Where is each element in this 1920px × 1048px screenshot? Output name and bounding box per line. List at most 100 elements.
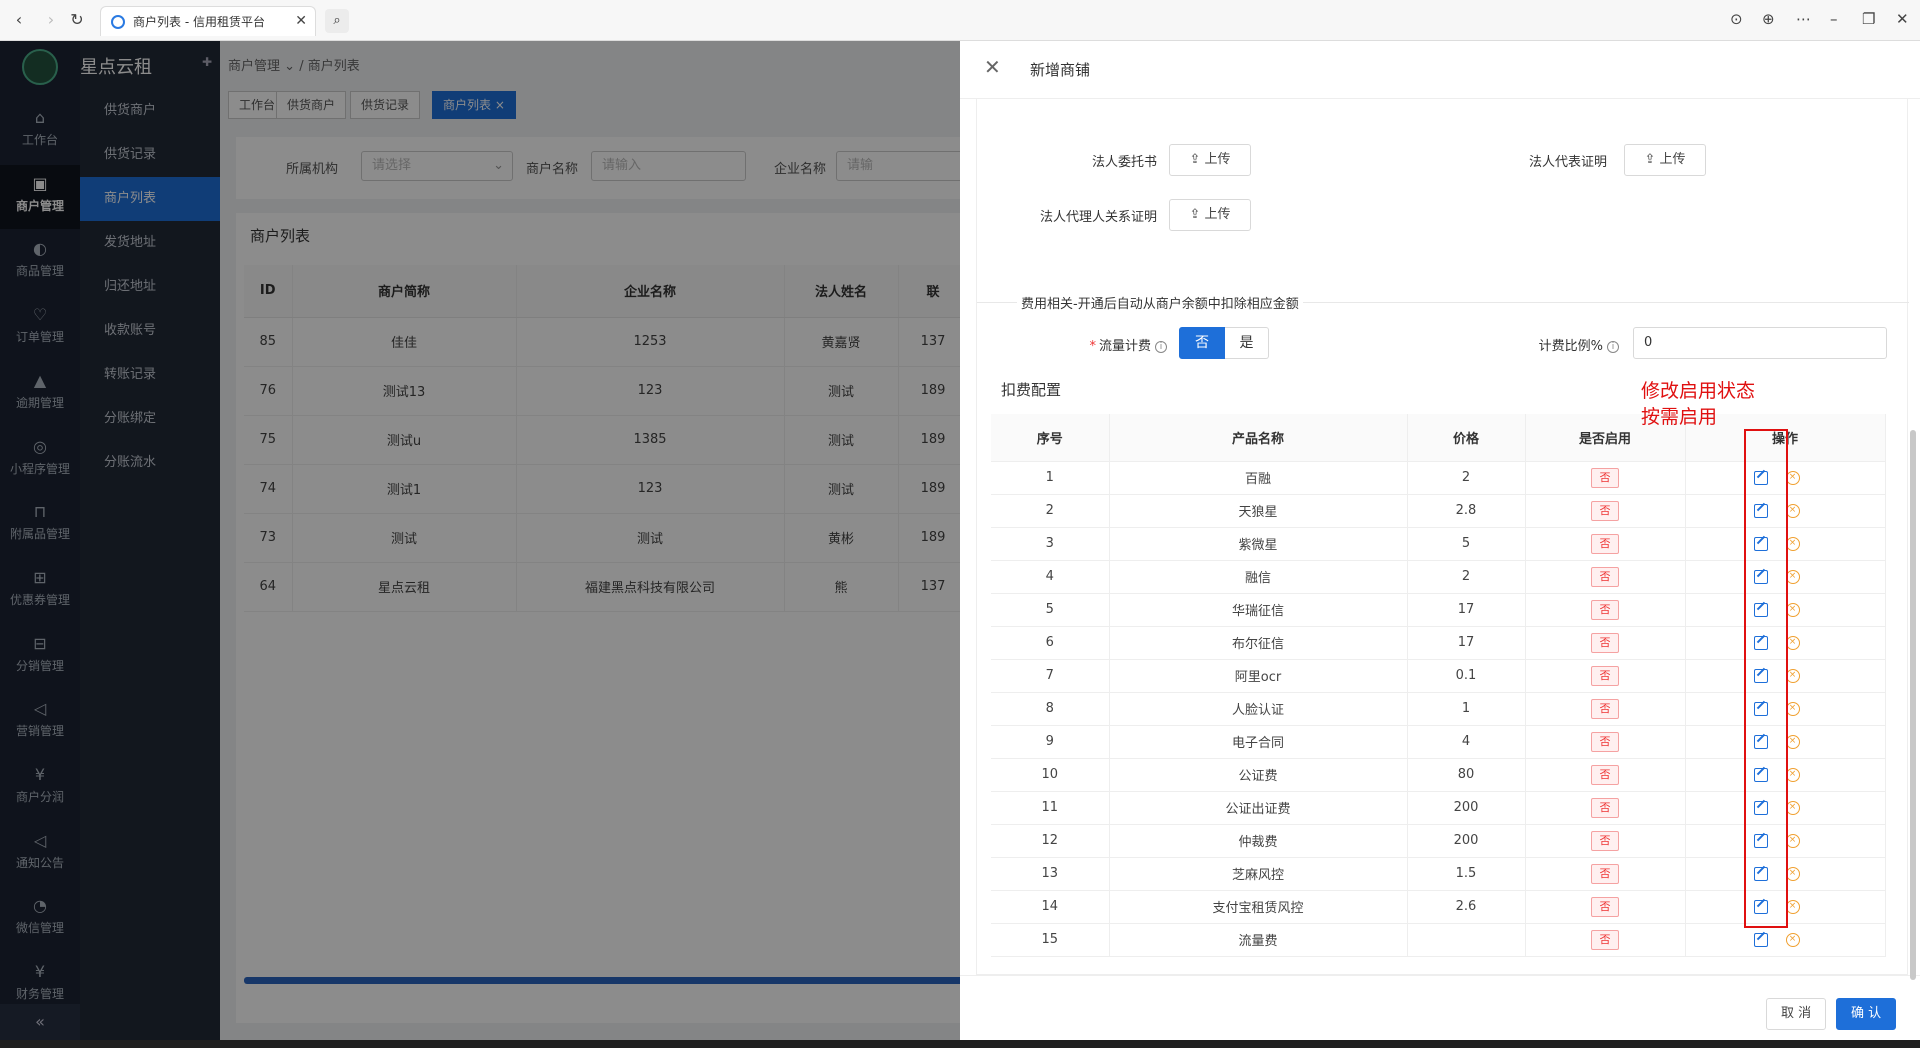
upload-label: 上传: [1204, 152, 1231, 167]
close-icon[interactable]: ✕: [984, 55, 1001, 79]
upload-rep-cert-button[interactable]: ⇪ 上传: [1624, 144, 1706, 176]
status-badge: 否: [1591, 665, 1619, 686]
table-cell: 天狼星: [1109, 494, 1408, 528]
status-badge: 否: [1591, 467, 1619, 488]
tab-close-icon[interactable]: ✕: [295, 13, 307, 29]
table-cell: 9: [991, 725, 1110, 759]
upload-icon: ⇪: [1189, 152, 1205, 167]
enabled-cell: 否: [1525, 494, 1686, 528]
status-badge: 否: [1591, 929, 1619, 950]
table-cell: 14: [991, 890, 1110, 924]
delete-icon[interactable]: ×: [1785, 932, 1800, 947]
column-header: 价格: [1407, 414, 1526, 462]
status-badge: 否: [1591, 896, 1619, 917]
enabled-cell: 否: [1525, 923, 1686, 957]
table-cell: 6: [991, 626, 1110, 660]
traffic-label-text: 流量计费: [1098, 339, 1151, 354]
table-cell: 2.6: [1407, 890, 1526, 924]
enabled-cell: 否: [1525, 758, 1686, 792]
globe-icon[interactable]: ⊕: [1762, 10, 1775, 28]
upload-label: 上传: [1659, 152, 1686, 167]
status-badge: 否: [1591, 731, 1619, 752]
download-icon[interactable]: ⊙: [1730, 10, 1743, 28]
entrust-label: 法人委托书: [1091, 155, 1157, 170]
enabled-cell: 否: [1525, 890, 1686, 924]
vertical-scrollbar[interactable]: [1910, 430, 1916, 980]
table-cell: 13: [991, 857, 1110, 891]
deduct-title: 扣费配置: [1001, 381, 1062, 399]
table-cell: 布尔征信: [1109, 626, 1408, 660]
table-cell: 融信: [1109, 560, 1408, 594]
table-cell: 8: [991, 692, 1110, 726]
status-badge: 否: [1591, 566, 1619, 587]
table-cell: 阿里ocr: [1109, 659, 1408, 693]
forward-icon[interactable]: ›: [40, 9, 62, 31]
traffic-label: * 流量计费 i: [1037, 335, 1167, 354]
favicon-icon: [111, 14, 125, 29]
required-mark: *: [1089, 339, 1096, 354]
column-header: 产品名称: [1109, 414, 1408, 462]
status-badge: 否: [1591, 764, 1619, 785]
ratio-label: 计费比例% i: [1477, 335, 1619, 354]
table-cell: 15: [991, 923, 1110, 957]
table-cell: 10: [991, 758, 1110, 792]
info-icon: i: [1607, 340, 1619, 353]
table-cell: 2: [991, 494, 1110, 528]
table-cell: 2: [1407, 461, 1526, 495]
table-cell: 200: [1407, 824, 1526, 858]
enabled-cell: 否: [1525, 527, 1686, 561]
table-cell: 4: [991, 560, 1110, 594]
modal-mask[interactable]: [220, 41, 960, 1040]
reload-icon[interactable]: ↻: [66, 9, 88, 31]
table-cell: 人脸认证: [1109, 692, 1408, 726]
restore-icon[interactable]: ❐: [1862, 10, 1875, 28]
traffic-no-option[interactable]: 否: [1179, 327, 1225, 359]
drawer-header: ✕ 新增商铺: [960, 41, 1920, 99]
enabled-cell: 否: [1525, 593, 1686, 627]
table-cell: 3: [991, 527, 1110, 561]
annotation-box: [1744, 429, 1788, 928]
edit-icon[interactable]: [1753, 932, 1768, 947]
enabled-cell: 否: [1525, 560, 1686, 594]
table-cell: 0.1: [1407, 659, 1526, 693]
status-badge: 否: [1591, 533, 1619, 554]
upload-icon: ⇪: [1189, 207, 1205, 222]
upload-entrust-button[interactable]: ⇪ 上传: [1169, 144, 1251, 176]
cancel-button[interactable]: 取 消: [1766, 998, 1827, 1030]
table-cell: 1: [1407, 692, 1526, 726]
table-cell: 支付宝租赁风控: [1109, 890, 1408, 924]
status-badge: 否: [1591, 698, 1619, 719]
table-cell: 1.5: [1407, 857, 1526, 891]
table-cell: 17: [1407, 626, 1526, 660]
back-icon[interactable]: ‹: [8, 9, 30, 31]
table-cell: 4: [1407, 725, 1526, 759]
table-cell: 2: [1407, 560, 1526, 594]
table-cell: 电子合同: [1109, 725, 1408, 759]
ratio-input[interactable]: 0: [1633, 327, 1887, 359]
table-cell: 1: [991, 461, 1110, 495]
enabled-cell: 否: [1525, 692, 1686, 726]
status-badge: 否: [1591, 500, 1619, 521]
upload-label: 上传: [1204, 207, 1231, 222]
enabled-cell: 否: [1525, 857, 1686, 891]
confirm-button[interactable]: 确 认: [1836, 998, 1897, 1030]
enabled-cell: 否: [1525, 626, 1686, 660]
traffic-yes-option[interactable]: 是: [1225, 327, 1269, 359]
drawer-footer: 取 消 确 认: [960, 975, 1920, 1040]
enabled-cell: 否: [1525, 824, 1686, 858]
status-badge: 否: [1591, 599, 1619, 620]
table-cell: 200: [1407, 791, 1526, 825]
annotation-line-1: 修改启用状态: [1641, 380, 1756, 402]
status-badge: 否: [1591, 863, 1619, 884]
more-icon[interactable]: ⋯: [1796, 10, 1811, 28]
info-icon: i: [1155, 340, 1167, 353]
table-cell: 百融: [1109, 461, 1408, 495]
window-close-icon[interactable]: ✕: [1896, 10, 1909, 28]
upload-relation-button[interactable]: ⇪ 上传: [1169, 199, 1251, 231]
minimize-icon[interactable]: –: [1830, 10, 1838, 28]
table-cell: [1407, 923, 1526, 957]
browser-tab[interactable]: 商户列表 - 信用租赁平台 ✕: [100, 6, 316, 36]
search-icon[interactable]: ⌕: [325, 9, 349, 33]
table-cell: 5: [1407, 527, 1526, 561]
table-cell: 17: [1407, 593, 1526, 627]
